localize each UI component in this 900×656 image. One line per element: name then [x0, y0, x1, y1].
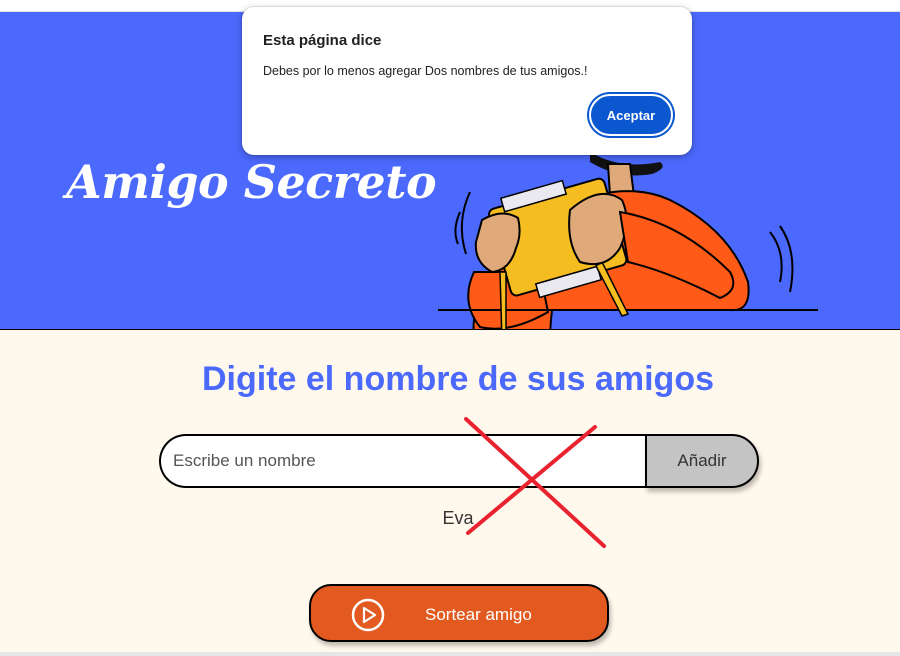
accept-button[interactable]: Aceptar: [589, 94, 673, 136]
alert-dialog: Esta página dice Debes por lo menos agre…: [242, 7, 692, 155]
draw-button-label: Sortear amigo: [425, 605, 532, 624]
add-button[interactable]: Añadir: [645, 434, 759, 488]
page-heading: Digite el nombre de sus amigos: [201, 360, 714, 398]
friend-name-input[interactable]: [159, 434, 645, 488]
play-circle-icon: [351, 598, 385, 632]
browser-bottom-strip: [0, 652, 900, 656]
hero-divider: [0, 329, 900, 330]
friend-list: Eva: [0, 508, 900, 529]
friend-list-item: Eva: [442, 508, 474, 528]
draw-friend-button[interactable]: Sortear amigo: [309, 584, 609, 642]
name-input-group: Añadir: [159, 434, 759, 488]
dialog-message: Debes por lo menos agregar Dos nombres d…: [263, 64, 588, 78]
dialog-title: Esta página dice: [263, 32, 382, 49]
hero-title: Amigo Secreto: [66, 155, 437, 209]
